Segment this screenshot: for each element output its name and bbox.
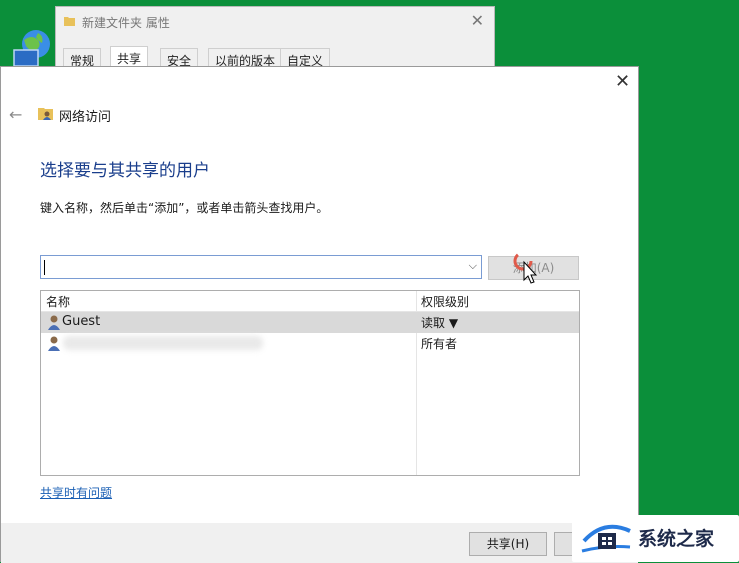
dialog-footer: 共享(H) xyxy=(1,523,638,563)
back-arrow-icon[interactable]: ← xyxy=(9,105,22,124)
shared-folder-icon xyxy=(38,108,53,120)
blurred-user-name xyxy=(63,336,263,350)
user-permission-list[interactable]: 名称 权限级别 Guest 读取 ▼ 所有者 xyxy=(40,290,580,476)
busy-cursor-icon xyxy=(513,251,538,284)
user-icon xyxy=(48,336,60,351)
column-header-name[interactable]: 名称 xyxy=(46,293,70,310)
list-header: 名称 权限级别 xyxy=(41,291,579,312)
network-globe-icon[interactable] xyxy=(12,28,54,68)
properties-close-icon[interactable]: ✕ xyxy=(471,11,484,30)
page-heading: 选择要与其共享的用户 xyxy=(40,161,210,181)
text-caret xyxy=(44,260,45,275)
folder-icon xyxy=(64,17,75,26)
watermark-text: 系统之家 xyxy=(638,528,715,550)
user-name-combobox[interactable]: ⌵ xyxy=(40,255,482,279)
network-access-dialog: ✕ ← 网络访问 选择要与其共享的用户 键入名称，然后单击“添加”，或者单击箭头… xyxy=(0,66,639,563)
column-header-permission[interactable]: 权限级别 xyxy=(421,293,469,310)
nav-title: 网络访问 xyxy=(59,110,112,125)
list-item-guest[interactable]: Guest 读取 ▼ xyxy=(41,312,579,333)
watermark-logo-icon xyxy=(581,524,631,553)
user-name: Guest xyxy=(62,314,101,329)
properties-window-title: 新建文件夹 属性 xyxy=(82,16,170,30)
user-icon xyxy=(48,315,60,330)
site-watermark: 系统之家 xyxy=(572,515,739,562)
instruction-text: 键入名称，然后单击“添加”，或者单击箭头查找用户。 xyxy=(40,201,329,215)
close-icon[interactable]: ✕ xyxy=(615,71,630,92)
sharing-problem-link[interactable]: 共享时有问题 xyxy=(40,484,112,501)
permission-label: 所有者 xyxy=(421,337,458,351)
chevron-down-icon[interactable]: ⌵ xyxy=(469,259,477,273)
list-item-owner[interactable]: 所有者 xyxy=(41,333,579,354)
permission-dropdown[interactable]: 读取 ▼ xyxy=(421,314,458,331)
share-button[interactable]: 共享(H) xyxy=(469,532,547,556)
